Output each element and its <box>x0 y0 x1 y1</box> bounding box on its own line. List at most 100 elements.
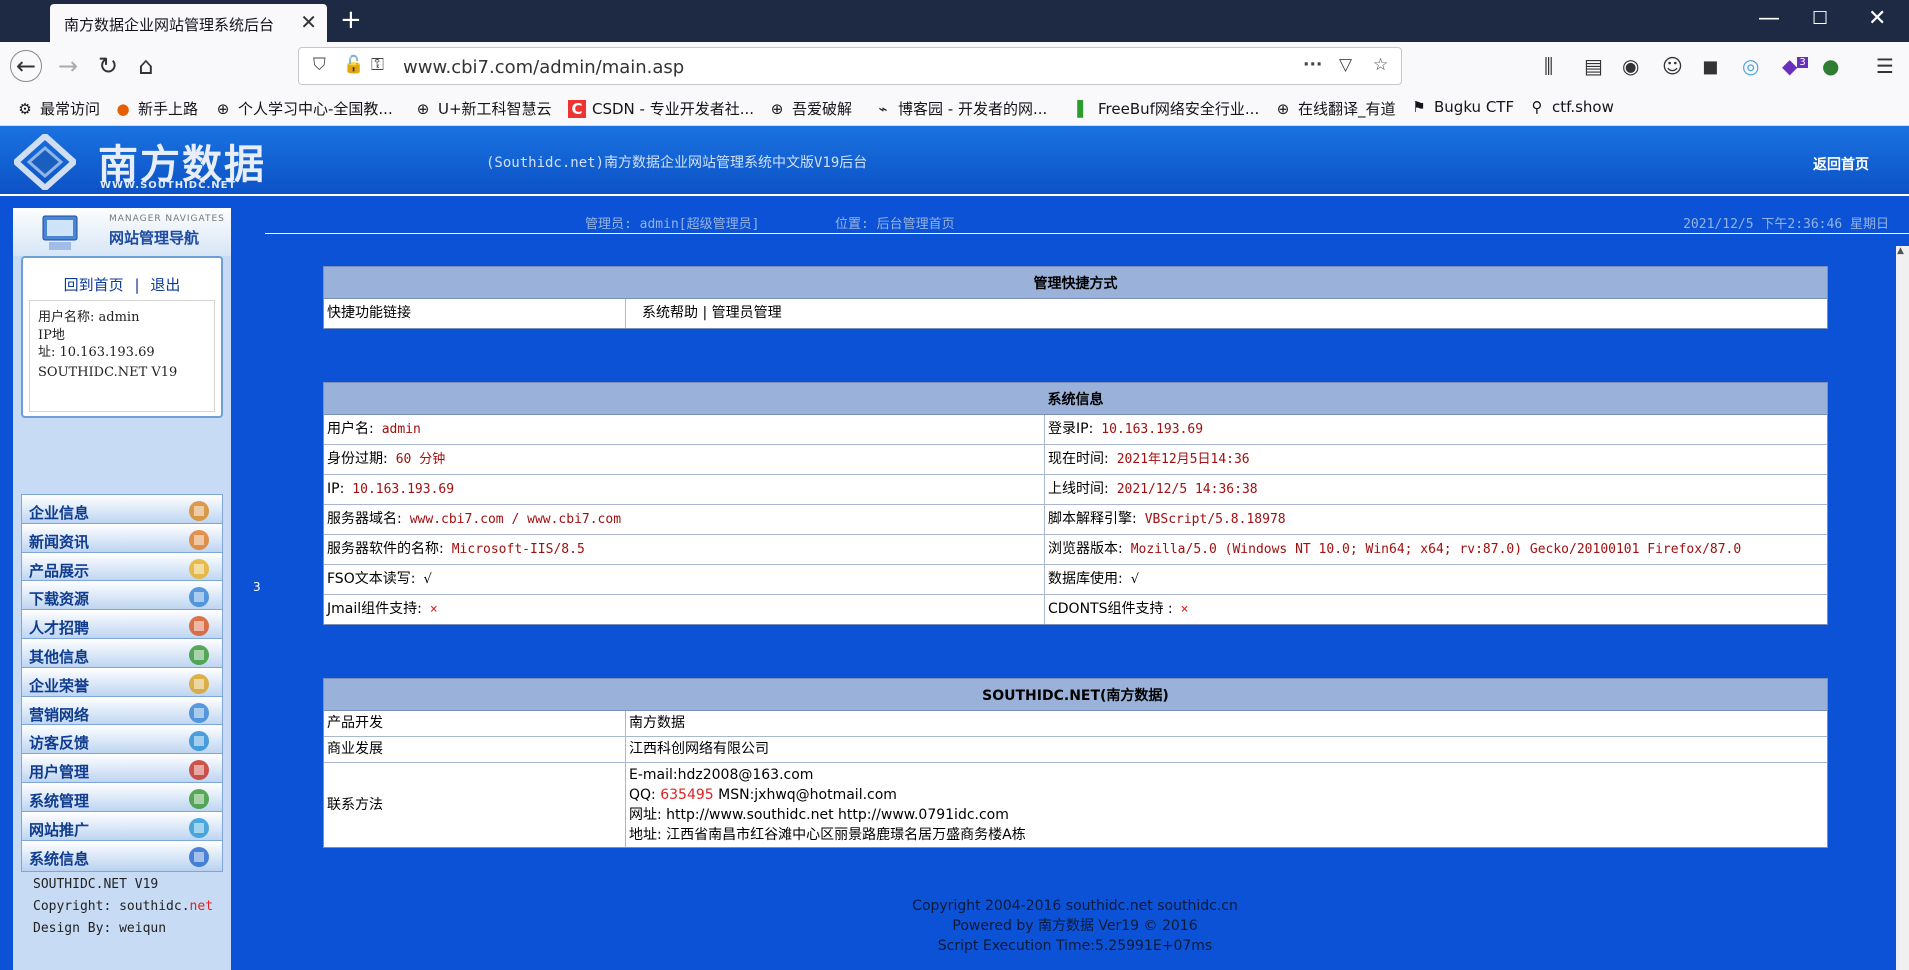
browser-tab[interactable]: 南方数据企业网站管理系统后台 ✕ <box>50 4 327 42</box>
sidebar-menu-item[interactable]: 其他信息 <box>21 638 223 670</box>
csdn-icon: C <box>568 100 586 118</box>
new-tab-icon[interactable]: + <box>340 5 362 35</box>
window-close-icon[interactable]: ✕ <box>1868 6 1886 31</box>
extension-face-icon[interactable]: ☺ <box>1662 54 1683 78</box>
library-icon[interactable]: ⫼ <box>1544 54 1553 78</box>
maximize-icon[interactable]: ☐ <box>1812 8 1828 29</box>
sidebar-menu-item[interactable]: 新闻资讯 <box>21 522 223 555</box>
logout-link[interactable]: 退出 <box>150 276 180 294</box>
info-value: 60 分钟 <box>395 452 446 467</box>
app-menu-icon[interactable]: ☰ <box>1876 54 1894 78</box>
divider <box>265 233 1909 234</box>
ip-label: IP地 <box>38 328 65 343</box>
menu-item-icon <box>189 760 209 781</box>
biz-label: 商业发展 <box>324 737 626 762</box>
table-row: 身份过期: 60 分钟 现在时间: 2021年12月5日14:36 <box>324 444 1827 474</box>
bookmark-item[interactable]: ⊕ U+新工科智慧云 <box>414 98 552 119</box>
info-label: 浏览器版本: <box>1048 541 1123 557</box>
close-tab-icon[interactable]: ✕ <box>300 10 317 34</box>
account-icon[interactable]: ◉ <box>1622 54 1639 78</box>
biz-value: 江西科创网络有限公司 <box>629 741 769 757</box>
frame-splitter[interactable]: 3 <box>251 206 263 970</box>
bookmark-item[interactable]: ⊕ 在线翻译_有道 <box>1274 98 1396 119</box>
bookmark-item[interactable]: ⚙ 最常访问 <box>16 98 100 119</box>
bookmark-item[interactable]: ⌁ 博客园 - 开发者的网... <box>874 98 1047 119</box>
info-cell-left: 服务器域名: www.cbi7.com / www.cbi7.com <box>324 505 1045 534</box>
sidebar-menu-item[interactable]: 产品展示 <box>21 551 223 584</box>
back-home-link[interactable]: 回到首页 <box>64 276 124 294</box>
system-title: (Southidc.net)南方数据企业网站管理系统中文版V19后台 <box>486 155 868 171</box>
info-label: 上线时间: <box>1048 481 1109 497</box>
shortcut-links[interactable]: 系统帮助 | 管理员管理 <box>626 299 782 328</box>
bookmark-item[interactable]: ⊕ 吾爱破解 <box>768 98 852 119</box>
info-label: 服务器软件的名称: <box>327 541 444 557</box>
sidebar-menu-item[interactable]: 企业信息 <box>21 494 223 526</box>
sidebar-menu-item[interactable]: 系统信息 <box>21 839 223 872</box>
return-home-link[interactable]: 返回首页 <box>1813 154 1869 174</box>
info-value: admin <box>381 422 421 437</box>
extension-globe-icon[interactable]: ● <box>1822 54 1839 78</box>
reload-icon[interactable]: ↻ <box>92 50 124 82</box>
sidebar-menu-item[interactable]: 下载资源 <box>21 580 223 613</box>
scrollbar[interactable]: ▲ <box>1896 246 1909 970</box>
admin-label: 管理员: admin[超级管理员] <box>585 217 760 232</box>
address-bar[interactable]: ⛉ 🔓 ⚿ www.cbi7.com/admin/main.asp ··· ▽ … <box>298 47 1402 85</box>
info-cell-right: CDONTS组件支持 : × <box>1045 595 1827 624</box>
info-value: √ <box>1130 572 1140 587</box>
info-label: FSO文本读写: <box>327 571 416 587</box>
menu-item-icon <box>189 501 209 521</box>
table-row: FSO文本读写: √ 数据库使用: √ <box>324 564 1827 594</box>
sidebar-icon[interactable]: ▤ <box>1584 54 1603 78</box>
shortcuts-panel: 管理快捷方式 快捷功能链接 系统帮助 | 管理员管理 <box>323 266 1828 329</box>
scroll-up-icon[interactable]: ▲ <box>1897 246 1904 256</box>
bookmark-item[interactable]: ⚑ Bugku CTF <box>1410 98 1514 116</box>
footer-version: SOUTHIDC.NET V19 <box>33 877 159 892</box>
shield-icon[interactable]: ⛉ <box>313 55 326 75</box>
back-icon[interactable]: ← <box>10 50 42 82</box>
shortcuts-label: 快捷功能链接 <box>324 299 626 328</box>
sidebar-menu-item[interactable]: 企业荣誉 <box>21 666 223 699</box>
extension-mask-icon[interactable]: ◼ <box>1702 54 1719 78</box>
bookmark-star-icon[interactable]: ☆ <box>1373 55 1388 75</box>
insecure-lock-icon[interactable]: 🔓 <box>343 55 364 75</box>
pocket-icon[interactable]: ▽ <box>1339 55 1352 75</box>
bookmark-item[interactable]: ▌ FreeBuf网络安全行业... <box>1074 98 1259 119</box>
minimize-icon[interactable]: — <box>1758 6 1780 31</box>
contact-address: 地址: 江西省南昌市红谷滩中心区丽景路鹿璟名居万盛商务楼A栋 <box>629 827 1026 843</box>
globe-icon: ⊕ <box>1276 100 1290 118</box>
bookmark-item[interactable]: ⊕ 个人学习中心-全国教... <box>214 98 393 119</box>
menu-item-icon <box>189 731 209 752</box>
bookmark-item[interactable]: ● 新手上路 <box>114 98 198 119</box>
footer-powered-line: Powered by 南方数据 Ver19 © 2016 <box>952 918 1198 934</box>
sidebar-menu-item[interactable]: 人才招聘 <box>21 609 223 642</box>
sidebar-menu-item[interactable]: 访客反馈 <box>21 724 223 757</box>
menu-item-icon <box>189 558 209 579</box>
system-info-panel: 系统信息 用户名: admin 登录IP: 10.163.193.69 身份过期: 60 … <box>323 382 1828 625</box>
sidebar-menu-label: 企业荣誉 <box>29 676 90 695</box>
info-cell-left: 服务器软件的名称: Microsoft-IIS/8.5 <box>324 535 1045 564</box>
info-label: 现在时间: <box>1048 451 1109 467</box>
home-icon[interactable]: ⌂ <box>130 50 162 82</box>
info-cell-right: 数据库使用: √ <box>1045 565 1827 594</box>
position-label: 位置: 后台管理首页 <box>835 217 955 232</box>
sidebar-menu-item[interactable]: 系统管理 <box>21 782 223 814</box>
extension-ring-icon[interactable]: ◎ <box>1742 54 1759 78</box>
sidebar-menu-item[interactable]: 用户管理 <box>21 753 223 786</box>
sidebar-menu-item[interactable]: 网站推广 <box>21 810 223 843</box>
bookmark-item[interactable]: C CSDN - 专业开发者社... <box>568 98 754 119</box>
user-links: 回到首页 | 退出 <box>23 274 221 295</box>
nav-header: MANAGER NAVIGATES 网站管理导航 <box>13 208 231 256</box>
status-bar: 管理员: admin[超级管理员] 位置: 后台管理首页 2021/12/5 下… <box>265 208 1909 234</box>
forward-icon[interactable]: → <box>52 50 84 82</box>
footer-copyright: Copyright: southidc.net <box>33 899 214 914</box>
page-actions-icon[interactable]: ··· <box>1303 55 1322 75</box>
key-icon[interactable]: ⚿ <box>371 55 384 75</box>
admin-sidebar: MANAGER NAVIGATES 网站管理导航 回到首页 | 退出 用户名称:… <box>13 208 231 970</box>
extension-badge-icon[interactable]: ◆ 3 <box>1782 54 1808 78</box>
computer-icon <box>42 215 78 250</box>
table-row: Jmail组件支持: × CDONTS组件支持 : × <box>324 594 1827 624</box>
sidebar-menu-item[interactable]: 营销网络 <box>21 695 223 728</box>
bookmark-item[interactable]: ⚲ ctf.show <box>1528 98 1614 116</box>
menu-item-icon <box>189 529 209 550</box>
info-value: Microsoft-IIS/8.5 <box>451 542 585 557</box>
